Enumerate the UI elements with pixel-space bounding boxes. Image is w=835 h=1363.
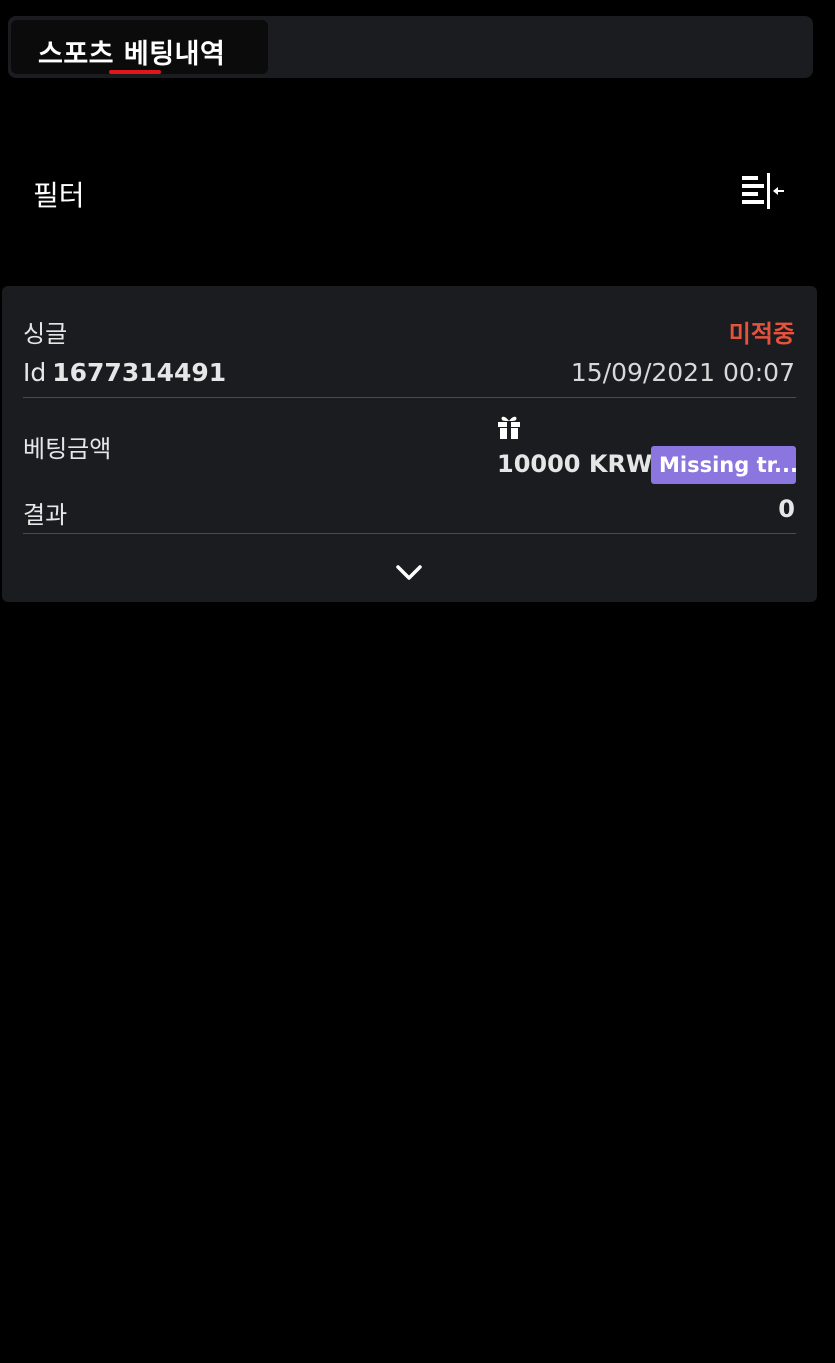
stake-amount: 10000 KRW bbox=[497, 450, 653, 478]
bet-type: 싱글 bbox=[23, 320, 68, 348]
tab-bar: 스포츠 베팅내역 bbox=[8, 16, 813, 78]
chevron-down-icon bbox=[396, 565, 422, 580]
bet-id: Id 1677314491 bbox=[23, 358, 226, 387]
bet-datetime: 15/09/2021 00:07 bbox=[570, 358, 795, 387]
filter-toggle-button[interactable] bbox=[736, 170, 788, 214]
stake-label: 베팅금액 bbox=[23, 435, 112, 463]
collapse-filter-icon bbox=[742, 173, 784, 209]
bet-id-label: Id bbox=[23, 358, 47, 387]
bet-id-value: 1677314491 bbox=[52, 358, 227, 387]
active-tab-indicator bbox=[109, 70, 161, 74]
bet-card: 싱글 미적중 Id 1677314491 15/09/2021 00:07 베팅금… bbox=[2, 286, 817, 602]
filter-label: 필터 bbox=[33, 179, 85, 212]
result-value: 0 bbox=[778, 495, 795, 523]
bet-status: 미적중 bbox=[728, 320, 795, 348]
tab-sports-bet-history[interactable]: 스포츠 베팅내역 bbox=[11, 20, 268, 74]
result-label: 결과 bbox=[23, 501, 68, 529]
tab-label: 스포츠 베팅내역 bbox=[38, 39, 226, 70]
promo-badge: Missing tr... bbox=[651, 446, 796, 484]
gift-icon bbox=[498, 416, 520, 439]
divider bbox=[23, 533, 796, 534]
divider bbox=[23, 397, 796, 398]
expand-details-button[interactable] bbox=[391, 558, 427, 588]
